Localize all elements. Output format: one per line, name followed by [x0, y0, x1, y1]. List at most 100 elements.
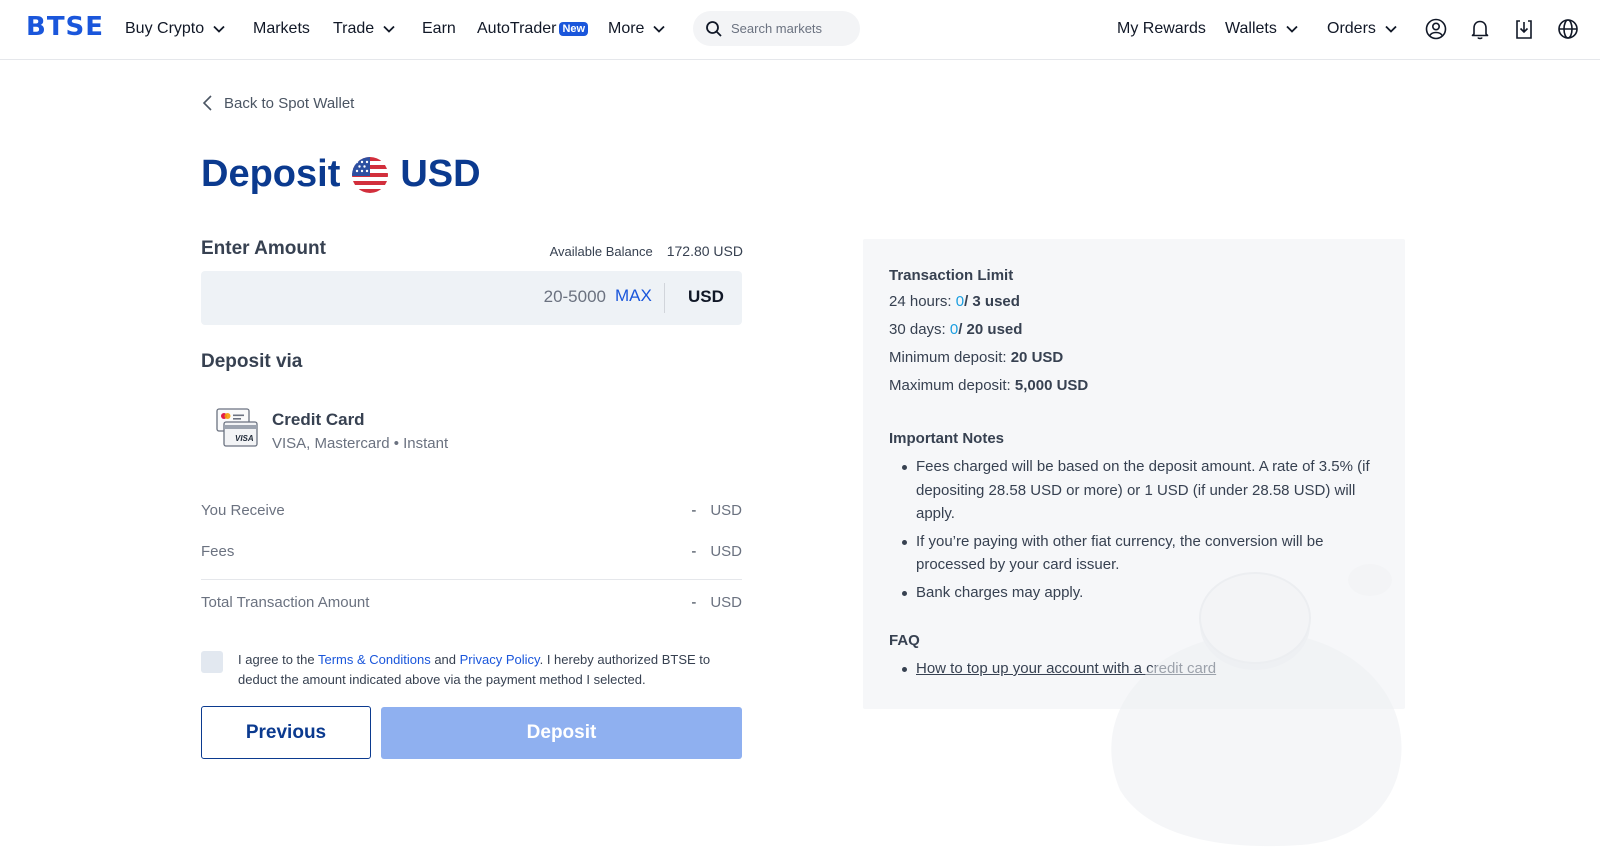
nav-label: Buy Crypto [125, 20, 205, 37]
nav-markets[interactable]: Markets [253, 20, 310, 38]
nav-label: More [608, 20, 645, 37]
previous-button[interactable]: Previous [201, 706, 371, 759]
deposit-button[interactable]: Deposit [381, 707, 742, 759]
credit-card-icon: VISA [216, 408, 258, 447]
chevron-down-icon [653, 25, 666, 33]
btse-logo[interactable]: BTSE [26, 12, 104, 42]
bell-icon[interactable] [1468, 17, 1492, 41]
search-icon [706, 20, 722, 37]
nav-more[interactable]: More [608, 20, 666, 38]
terms-link[interactable]: Terms & Conditions [318, 652, 431, 667]
fees-row: Fees - USD [201, 543, 742, 560]
notes-list: Fees charged will be based on the deposi… [889, 455, 1389, 604]
chevron-down-icon [1385, 25, 1397, 33]
nav-label: AutoTrader [477, 20, 557, 37]
nav-autotrader[interactable]: AutoTrader New [477, 20, 589, 38]
nav-earn[interactable]: Earn [422, 20, 456, 38]
maximum-deposit: Maximum deposit: 5,000 USD [889, 376, 1389, 396]
title-prefix: Deposit [201, 153, 341, 195]
balance-value: 172.80 USD [666, 243, 743, 259]
min-value: 20 USD [1010, 349, 1064, 366]
max-label: Maximum deposit: [889, 377, 1015, 394]
minimum-deposit: Minimum deposit: 20 USD [889, 348, 1389, 368]
min-label: Minimum deposit: [889, 349, 1011, 366]
amount-field: MAX USD [201, 271, 742, 325]
nav-label: Trade [333, 20, 375, 37]
faq-heading: FAQ [889, 632, 920, 649]
summary-unit: USD [710, 594, 742, 611]
nav-label: Wallets [1225, 20, 1277, 37]
summary-label: You Receive [201, 502, 285, 519]
nav-label: Orders [1327, 20, 1376, 37]
method-subtitle: VISA, Mastercard • Instant [272, 435, 449, 452]
nav-my-rewards[interactable]: My Rewards [1117, 20, 1206, 38]
nav-label: My Rewards [1117, 20, 1206, 37]
search-input[interactable] [731, 21, 851, 36]
summary-label: Fees [201, 543, 235, 560]
list-item: If you’re paying with other fiat currenc… [889, 530, 1389, 577]
limit-used: 0 [955, 293, 965, 310]
us-flag-icon [352, 156, 389, 193]
agreement-pre: I agree to the [238, 652, 318, 667]
method-name: Credit Card [272, 410, 365, 429]
limit-rest: / 3 used [964, 293, 1020, 310]
limit-24h: 24 hours: 0/ 3 used [889, 292, 1389, 312]
agree-checkbox[interactable] [201, 651, 223, 673]
agreement-mid: and [430, 652, 460, 667]
globe-icon[interactable] [1556, 17, 1580, 41]
divider [664, 283, 665, 313]
list-item: How to top up your account with a credit… [889, 657, 1389, 681]
divider [201, 579, 742, 580]
nav-trade[interactable]: Trade [333, 20, 396, 38]
you-receive-row: You Receive - USD [201, 502, 742, 519]
summary-value: - [691, 543, 697, 560]
page-title: Deposit USD [201, 153, 481, 196]
faq-link[interactable]: How to top up your account with a credit… [916, 660, 1216, 677]
summary-label: Total Transaction Amount [201, 594, 370, 611]
summary-unit: USD [710, 502, 742, 519]
payment-method-credit-card[interactable]: VISA Credit Card VISA, Mastercard • Inst… [216, 408, 516, 458]
back-link-label: Back to Spot Wallet [224, 94, 355, 112]
list-item: Fees charged will be based on the deposi… [889, 455, 1389, 526]
limit-used: 0 [949, 321, 959, 338]
download-icon[interactable] [1512, 17, 1536, 41]
chevron-down-icon [383, 25, 395, 33]
balance-label: Available Balance [549, 244, 653, 259]
available-balance: Available Balance 172.80 USD [550, 243, 743, 259]
user-icon[interactable] [1424, 17, 1448, 41]
summary-unit: USD [710, 543, 742, 560]
nav-label: Markets [253, 20, 310, 37]
info-panel: Transaction Limit 24 hours: 0/ 3 used 30… [863, 239, 1405, 709]
agreement-text: I agree to the Terms & Conditions and Pr… [238, 650, 738, 690]
limit-label: 24 hours: [889, 293, 956, 310]
list-item: Bank charges may apply. [889, 581, 1389, 605]
chevron-down-icon [213, 25, 225, 33]
svg-text:VISA: VISA [235, 434, 254, 443]
limit-30d: 30 days: 0/ 20 used [889, 320, 1389, 340]
new-badge: New [559, 22, 589, 36]
max-value: 5,000 USD [1014, 377, 1089, 394]
search-bar[interactable] [693, 11, 860, 46]
faq-list: How to top up your account with a credit… [889, 657, 1389, 681]
amount-input[interactable] [306, 287, 606, 307]
deposit-via-label: Deposit via [201, 351, 303, 372]
back-to-spot-wallet-link[interactable]: Back to Spot Wallet [202, 94, 354, 112]
summary-value: - [691, 502, 697, 519]
title-currency: USD [400, 153, 481, 195]
limit-rest: / 20 used [958, 321, 1023, 338]
limit-label: 30 days: [889, 321, 950, 338]
nav-buy-crypto[interactable]: Buy Crypto [125, 20, 226, 38]
enter-amount-label: Enter Amount [201, 238, 326, 259]
transaction-limit-heading: Transaction Limit [889, 267, 1014, 284]
privacy-link[interactable]: Privacy Policy [460, 652, 540, 667]
nav-wallets[interactable]: Wallets [1225, 20, 1299, 38]
nav-label: Earn [422, 20, 456, 37]
chevron-left-icon [202, 95, 212, 111]
amount-currency: USD [688, 287, 724, 306]
nav-orders[interactable]: Orders [1327, 20, 1398, 38]
total-row: Total Transaction Amount - USD [201, 594, 742, 611]
important-notes-heading: Important Notes [889, 430, 1005, 447]
max-button[interactable]: MAX [615, 286, 652, 306]
chevron-down-icon [1286, 25, 1298, 33]
top-navbar: BTSE Buy Crypto Markets Trade Earn AutoT… [0, 0, 1600, 60]
